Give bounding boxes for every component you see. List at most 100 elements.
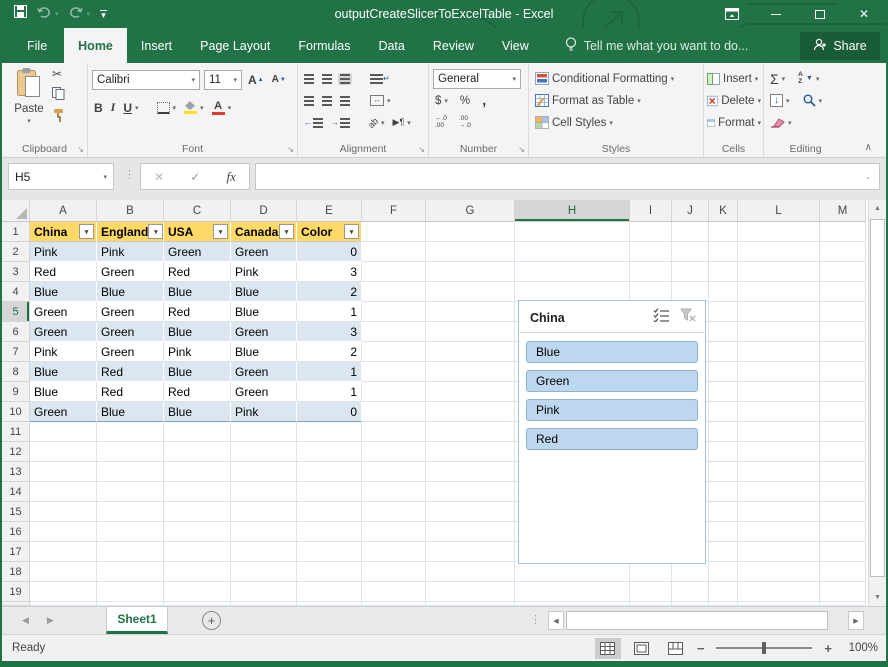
column-header-I[interactable]: I [630,200,672,222]
cell-F16[interactable] [362,522,426,542]
cell-L5[interactable] [738,302,820,322]
cell-M7[interactable] [820,342,866,362]
cell-C8[interactable]: Blue [164,362,231,382]
orientation-icon[interactable]: ab▾ [366,117,387,129]
cell-M15[interactable] [820,502,866,522]
text-direction-icon[interactable]: ▶¶▾ [391,116,413,129]
font-size-select[interactable]: 11▾ [204,70,242,90]
cell-F7[interactable] [362,342,426,362]
align-right-icon[interactable] [338,95,352,107]
cell-C6[interactable]: Blue [164,322,231,342]
cell-M3[interactable] [820,262,866,282]
cell-A11[interactable] [30,422,97,442]
name-box[interactable]: H5▾ [8,163,114,190]
fill-button[interactable]: ↓▾ [768,93,792,108]
cell-C2[interactable]: Green [164,242,231,262]
cell-G11[interactable] [426,422,515,442]
cell-C7[interactable]: Pink [164,342,231,362]
prev-sheet-icon[interactable]: ◀ [22,615,29,626]
column-header-F[interactable]: F [362,200,426,222]
cell-A2[interactable]: Pink [30,242,97,262]
cell-B19[interactable] [97,582,164,602]
cell-G1[interactable] [426,222,515,242]
cell-L18[interactable] [738,562,820,582]
filter-dropdown-icon[interactable]: ▾ [79,224,94,239]
cell-B9[interactable]: Red [97,382,164,402]
row-header-18[interactable]: 18 [2,562,30,582]
tab-page-layout[interactable]: Page Layout [186,28,284,63]
cell-E2[interactable]: 0 [297,242,362,262]
slicer-clear-filter-icon[interactable] [680,308,696,327]
undo-dropdown-icon[interactable]: ▾ [55,10,59,18]
decrease-decimal-icon[interactable]: .00→.0 [457,115,473,130]
page-break-preview-icon[interactable] [663,638,689,659]
page-layout-view-icon[interactable] [629,638,655,659]
cell-C1[interactable]: USA▾ [164,222,231,242]
cell-L17[interactable] [738,542,820,562]
filter-dropdown-icon[interactable]: ▾ [148,224,163,239]
cell-M10[interactable] [820,402,866,422]
cell-B17[interactable] [97,542,164,562]
zoom-slider-handle[interactable] [762,642,766,654]
cell-M2[interactable] [820,242,866,262]
cell-H4[interactable] [515,282,630,302]
slicer-panel[interactable]: China BlueGreenPinkRed [518,300,706,564]
column-header-L[interactable]: L [738,200,820,222]
hscroll-left-icon[interactable]: ◀ [548,611,564,630]
cell-F12[interactable] [362,442,426,462]
cell-F18[interactable] [362,562,426,582]
cell-B18[interactable] [97,562,164,582]
cell-A7[interactable]: Pink [30,342,97,362]
font-color-button[interactable]: A▾ [210,100,234,116]
cell-A16[interactable] [30,522,97,542]
column-header-M[interactable]: M [820,200,866,222]
cell-C15[interactable] [164,502,231,522]
column-header-B[interactable]: B [97,200,164,222]
zoom-in-icon[interactable]: + [824,641,832,656]
cell-F4[interactable] [362,282,426,302]
cell-K12[interactable] [709,442,738,462]
cell-B13[interactable] [97,462,164,482]
cell-K15[interactable] [709,502,738,522]
tab-view[interactable]: View [488,28,543,63]
cell-K3[interactable] [709,262,738,282]
normal-view-icon[interactable] [595,638,621,659]
cell-L11[interactable] [738,422,820,442]
zoom-slider[interactable] [716,647,812,649]
cell-M16[interactable] [820,522,866,542]
cell-I19[interactable] [630,582,672,602]
cell-G8[interactable] [426,362,515,382]
cell-G4[interactable] [426,282,515,302]
undo-icon[interactable] [37,5,51,23]
cell-F8[interactable] [362,362,426,382]
cell-G12[interactable] [426,442,515,462]
row-header-19[interactable]: 19 [2,582,30,602]
filter-dropdown-icon[interactable]: ▾ [213,224,228,239]
cell-B11[interactable] [97,422,164,442]
cell-B10[interactable]: Blue [97,402,164,422]
font-name-select[interactable]: Calibri▾ [92,70,200,90]
cell-K17[interactable] [709,542,738,562]
comma-style-icon[interactable]: , [480,95,488,107]
slicer-item-blue[interactable]: Blue [526,341,698,363]
column-header-D[interactable]: D [231,200,297,222]
cell-F11[interactable] [362,422,426,442]
cell-A8[interactable]: Blue [30,362,97,382]
cell-G18[interactable] [426,562,515,582]
column-header-H[interactable]: H [515,200,630,222]
cell-C10[interactable]: Blue [164,402,231,422]
cell-F2[interactable] [362,242,426,262]
cell-F10[interactable] [362,402,426,422]
cell-E8[interactable]: 1 [297,362,362,382]
cell-B16[interactable] [97,522,164,542]
column-header-E[interactable]: E [297,200,362,222]
column-header-J[interactable]: J [672,200,709,222]
cell-E19[interactable] [297,582,362,602]
ribbon-display-options-icon[interactable] [710,0,754,28]
cell-G6[interactable] [426,322,515,342]
cell-C14[interactable] [164,482,231,502]
borders-button[interactable]: ▾ [155,101,179,115]
cell-K7[interactable] [709,342,738,362]
cell-D17[interactable] [231,542,297,562]
cell-E5[interactable]: 1 [297,302,362,322]
